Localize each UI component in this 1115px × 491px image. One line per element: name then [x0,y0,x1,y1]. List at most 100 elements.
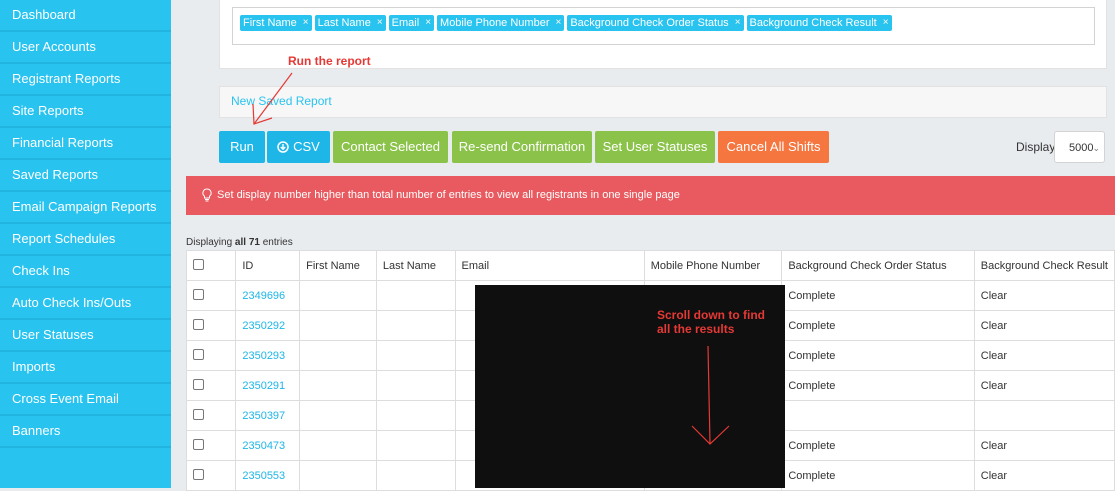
field-tags: First Name × Last Name × Email × Mobile Phone … [240,15,892,31]
remove-tag-icon[interactable]: × [303,15,309,31]
field-tag-label: First Name [243,17,297,29]
sidebar-item-registrant-reports[interactable]: Registrant Reports [0,64,171,96]
row-bg-status-cell: Complete [781,430,975,461]
row-first-name-cell [299,460,377,491]
entries-suffix: entries [259,237,293,248]
sidebar-item-cross-event-email[interactable]: Cross Event Email [0,384,171,416]
sidebar-item-check-ins[interactable]: Check Ins [0,256,171,288]
row-last-name-cell [375,400,456,431]
row-bg-result-cell: Clear [973,370,1115,401]
field-tag-label: Last Name [317,17,371,29]
row-bg-status-cell: Complete [781,370,975,401]
saved-report-panel: New Saved Report [219,86,1107,118]
sidebar-item-user-statuses[interactable]: User Statuses [0,320,171,352]
sidebar-item-report-schedules[interactable]: Report Schedules [0,224,171,256]
remove-tag-icon[interactable]: × [377,15,383,31]
row-select-cell-cell [185,460,237,491]
info-alert: Set display number higher than total num… [186,176,1115,215]
sidebar-item-banners[interactable]: Banners [0,416,171,448]
col-header-last-name[interactable]: Last Name [375,250,456,281]
row-first-name-cell [299,430,377,461]
row-first-name-cell [299,400,377,431]
row-first-name-cell [299,370,377,401]
row-bg-status: Complete [788,379,836,392]
alert-text: Set display number higher than total num… [217,189,680,201]
row-bg-result: Clear [980,379,1008,392]
row-bg-status-cell: Complete [781,280,975,311]
row-select-cell-cell [185,430,237,461]
row-id[interactable]: 2350291 [242,380,285,392]
new-saved-report-link[interactable]: New Saved Report [231,94,332,108]
row-id-cell: 2350553 [235,460,301,491]
row-checkbox[interactable] [193,468,204,480]
select-all-checkbox[interactable] [193,258,204,270]
col-header-bg-result[interactable]: Background Check Result [973,250,1115,281]
sidebar-item-saved-reports[interactable]: Saved Reports [0,160,171,192]
remove-tag-icon[interactable]: × [555,15,561,31]
resend-confirmation-button[interactable]: Re-send Confirmation [452,131,592,163]
row-bg-result-cell: Clear [973,460,1115,491]
run-report-annotation: Run the report [288,54,371,68]
sidebar: Dashboard User Accounts Registrant Reports… [0,0,171,488]
row-last-name-cell [375,460,456,491]
row-id[interactable]: 2350553 [242,470,285,482]
row-bg-result: Clear [980,469,1008,482]
run-button[interactable]: Run [219,131,265,163]
row-id-cell: 2349696 [235,280,301,311]
set-user-statuses-button[interactable]: Set User Statuses [595,131,715,163]
row-bg-status: Complete [788,319,836,332]
row-bg-status-cell [781,400,975,431]
entries-count: Displaying all 71 entries [186,237,293,248]
row-checkbox[interactable] [193,288,204,300]
row-id[interactable]: 2350293 [242,350,285,362]
row-id[interactable]: 2350397 [242,410,285,422]
row-first-name-cell [299,310,377,341]
row-id[interactable]: 2349696 [242,290,285,302]
col-header-mobile-phone[interactable]: Mobile Phone Number [643,250,783,281]
sidebar-item-email-campaign-reports[interactable]: Email Campaign Reports [0,192,171,224]
row-id-cell: 2350473 [235,430,301,461]
col-header-email[interactable]: Email [454,250,645,281]
remove-tag-icon[interactable]: × [735,15,741,31]
sidebar-item-site-reports[interactable]: Site Reports [0,96,171,128]
row-checkbox[interactable] [193,318,204,330]
report-fields-input[interactable]: First Name × Last Name × Email × Mobile Phone … [232,7,1095,45]
field-tag: Background Check Result × [746,15,892,31]
csv-button[interactable]: CSV [267,131,330,163]
row-bg-status: Complete [788,349,836,362]
sidebar-item-auto-check-ins-outs[interactable]: Auto Check Ins/Outs [0,288,171,320]
remove-tag-icon[interactable]: × [425,15,431,31]
field-tag-label: Background Check Result [749,17,877,29]
field-tag: Mobile Phone Number × [437,15,565,31]
row-id[interactable]: 2350473 [242,440,285,452]
col-header-first-name[interactable]: First Name [299,250,377,281]
sidebar-item-user-accounts[interactable]: User Accounts [0,32,171,64]
display-count-select[interactable]: 5000 ⌄ [1054,131,1105,163]
contact-selected-button[interactable]: Contact Selected [333,131,448,163]
row-last-name-cell [375,430,456,461]
field-tag: Last Name × [314,15,386,31]
select-all-cell [185,250,237,281]
row-checkbox[interactable] [193,348,204,360]
row-checkbox[interactable] [193,408,204,420]
lightbulb-icon [202,188,212,202]
row-checkbox[interactable] [193,378,204,390]
col-header-bg-status[interactable]: Background Check Order Status [781,250,975,281]
row-bg-result: Clear [980,289,1008,302]
row-bg-result-cell: Clear [973,280,1115,311]
col-header-id[interactable]: ID [235,250,301,281]
table-header-row: ID First Name Last Name Email Mobile Pho… [185,250,1115,281]
sidebar-item-dashboard[interactable]: Dashboard [0,0,171,32]
entries-prefix: Displaying [186,237,235,248]
sidebar-item-imports[interactable]: Imports [0,352,171,384]
row-bg-status-cell: Complete [781,340,975,371]
row-select-cell-cell [185,280,237,311]
cancel-all-shifts-button[interactable]: Cancel All Shifts [718,131,829,163]
remove-tag-icon[interactable]: × [883,15,889,31]
row-id[interactable]: 2350292 [242,320,285,332]
sidebar-item-financial-reports[interactable]: Financial Reports [0,128,171,160]
display-count-value: 5000 [1069,142,1094,154]
field-tag: Background Check Order Status × [567,15,744,31]
row-last-name-cell [375,280,456,311]
row-checkbox[interactable] [193,438,204,450]
